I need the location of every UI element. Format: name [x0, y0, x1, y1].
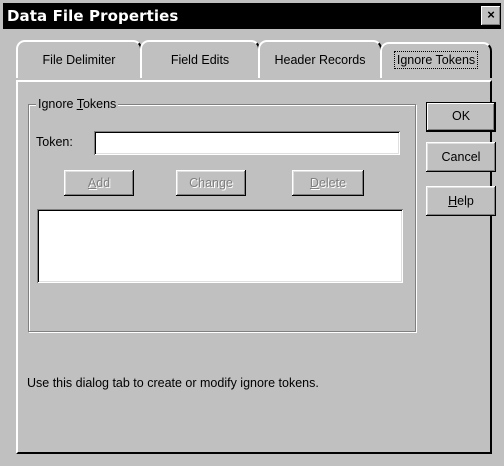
help-label-rest: elp: [457, 194, 474, 208]
change-button[interactable]: Change: [176, 170, 246, 196]
ok-label: OK: [451, 109, 471, 123]
tab-label: Field Edits: [170, 53, 230, 67]
help-button[interactable]: Help: [426, 186, 496, 216]
cancel-button[interactable]: Cancel: [426, 142, 496, 172]
delete-access-key: D: [309, 176, 319, 190]
tab-header-records[interactable]: Header Records: [258, 40, 382, 78]
cancel-label: Cancel: [441, 150, 481, 164]
window-title: Data File Properties: [7, 7, 179, 25]
token-input[interactable]: [94, 131, 400, 155]
ignore-tokens-group-label: Ignore Tokens: [36, 97, 119, 111]
tab-file-delimiter[interactable]: File Delimiter: [16, 40, 142, 78]
change-label: Change: [189, 176, 233, 190]
tab-label: Header Records: [274, 53, 366, 67]
label-prefix: Ignore: [38, 97, 77, 111]
add-access-key: A: [87, 176, 97, 190]
help-description-text: Use this dialog tab to create or modify …: [27, 376, 319, 390]
add-label-rest: dd: [96, 176, 111, 190]
data-file-properties-dialog: Data File Properties × File Delimiter Fi…: [0, 0, 504, 466]
delete-label-rest: elete: [318, 176, 347, 190]
tab-ignore-tokens[interactable]: Ignore Tokens: [380, 42, 492, 78]
title-bar[interactable]: Data File Properties ×: [3, 3, 501, 29]
delete-button[interactable]: Delete: [292, 170, 364, 196]
ok-button[interactable]: OK: [426, 102, 496, 132]
tab-label: File Delimiter: [42, 53, 116, 67]
tab-field-edits[interactable]: Field Edits: [140, 40, 260, 78]
close-icon[interactable]: ×: [481, 6, 501, 26]
tokens-listbox[interactable]: [37, 209, 403, 283]
add-button[interactable]: Add: [64, 170, 134, 196]
token-label: Token:: [36, 135, 73, 149]
help-access-key: H: [448, 194, 458, 208]
tab-label: Ignore Tokens: [393, 51, 479, 69]
label-suffix: okens: [82, 97, 117, 111]
